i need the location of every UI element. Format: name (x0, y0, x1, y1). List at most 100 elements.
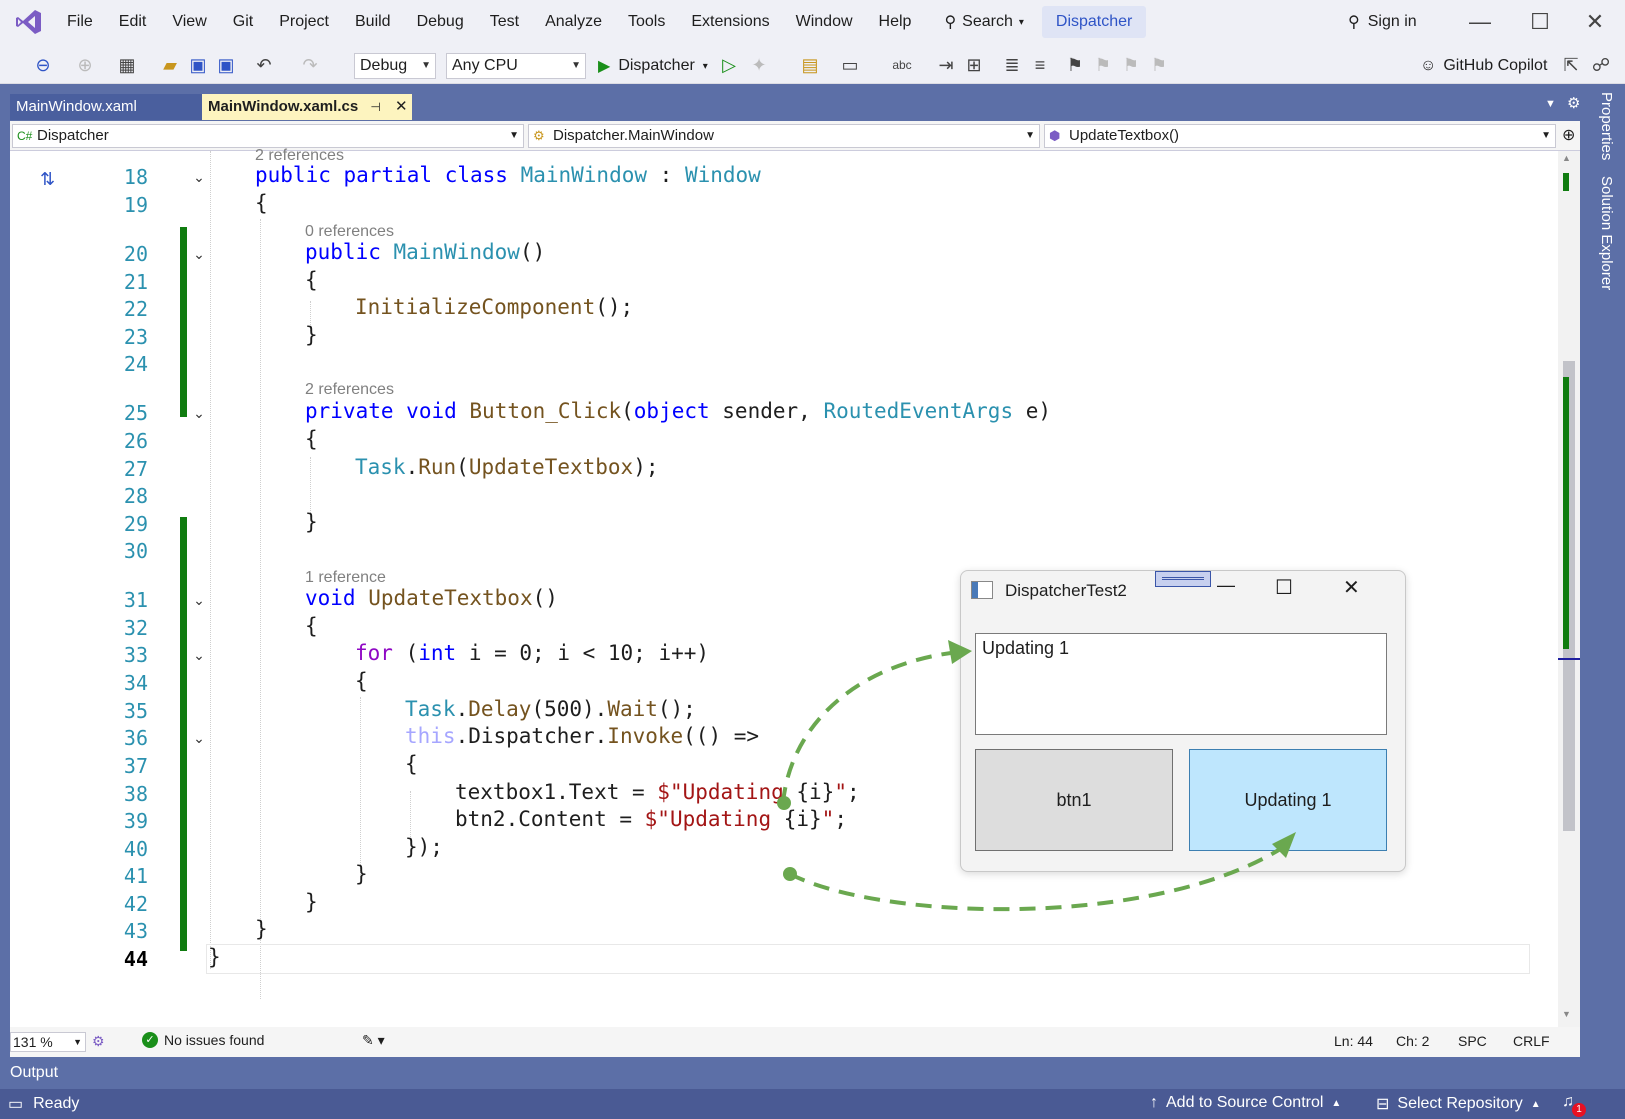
open-folder-icon[interactable]: ▰ (158, 52, 182, 78)
notifications-bell-icon[interactable]: ♫ 1 (1562, 1093, 1586, 1117)
maximize-button[interactable]: ☐ (1510, 0, 1570, 44)
app-maximize-button[interactable]: ☐ (1275, 575, 1293, 600)
new-project-icon[interactable]: ▦ (114, 52, 140, 78)
solution-explorer-tab[interactable]: Solution Explorer (1598, 176, 1615, 290)
menu-help[interactable]: Help (866, 0, 925, 44)
drag-handle[interactable] (1155, 571, 1211, 587)
type-dropdown[interactable]: ⚙ Dispatcher.MainWindow ▼ (528, 124, 1040, 148)
collapse-chevron-icon[interactable]: ⌄ (188, 647, 210, 664)
clear-bookmarks-icon[interactable]: ⚑ (1148, 52, 1170, 78)
settings-gear-icon[interactable]: ⚙ (1567, 94, 1580, 112)
whitespace-indicator[interactable]: SPC (1458, 1033, 1487, 1049)
btn1[interactable]: btn1 (975, 749, 1173, 851)
issues-label: No issues found (164, 1032, 265, 1048)
bookmark-icon[interactable]: ⚑ (1064, 52, 1086, 78)
collapse-chevron-icon[interactable]: ⌄ (188, 405, 210, 422)
columns-icon[interactable]: ⊞ (962, 52, 986, 78)
add-to-source-control-button[interactable]: ↑ Add to Source Control ▲ (1150, 1094, 1341, 1112)
forward-icon[interactable]: ⊕ (74, 52, 96, 78)
inheritance-margin-icon[interactable]: ⇅ (40, 169, 55, 190)
split-editor-icon[interactable]: ⊕ (1562, 125, 1575, 145)
btn2[interactable]: Updating 1 (1189, 749, 1387, 851)
pin-icon[interactable]: ⊣ (370, 100, 380, 114)
tab-mainwindow-xaml-cs[interactable]: MainWindow.xaml.cs ⊣ ✕ (202, 94, 412, 120)
redo-icon[interactable]: ↷ (298, 52, 322, 78)
close-button[interactable]: ✕ (1565, 0, 1625, 44)
start-without-debugging-icon[interactable]: ▷ (718, 52, 740, 78)
search-box[interactable]: ⚲ Search ▾ (932, 6, 1035, 38)
menu-file[interactable]: File (54, 0, 106, 44)
platform-select[interactable]: Any CPU ▼ (446, 53, 586, 79)
code-cleanup-icon[interactable]: ✎ ▾ (362, 1032, 385, 1049)
prev-bookmark-icon[interactable]: ⚑ (1092, 52, 1114, 78)
member-dropdown[interactable]: ⬢ UpdateTextbox() ▼ (1044, 124, 1556, 148)
code-line: btn2.Content = $"Updating {i}"; (455, 807, 847, 831)
menu-tools[interactable]: Tools (615, 0, 678, 44)
line-number: 20 (123, 242, 148, 266)
code-line: { (255, 191, 268, 215)
app-close-button[interactable]: ✕ (1343, 575, 1360, 600)
back-icon[interactable]: ⊖ (30, 52, 56, 78)
issues-indicator[interactable]: ✓ No issues found (142, 1032, 264, 1048)
select-repository-button[interactable]: ⊟ Select Repository ▲ (1376, 1094, 1541, 1114)
github-copilot-button[interactable]: ☺ GitHub Copilot (1420, 53, 1547, 79)
menu-window[interactable]: Window (783, 0, 866, 44)
indent-icon[interactable]: ≡ (1028, 52, 1052, 78)
menu-edit[interactable]: Edit (106, 0, 160, 44)
output-tab[interactable]: Output (10, 1064, 58, 1082)
scroll-up-icon[interactable]: ▲ (1562, 153, 1571, 163)
step-icon[interactable]: ⇥ (934, 52, 958, 78)
menu-test[interactable]: Test (477, 0, 532, 44)
menu-analyze[interactable]: Analyze (532, 0, 615, 44)
tab-list-dropdown-icon[interactable]: ▼ (1545, 98, 1556, 110)
outdent-icon[interactable]: ≣ (1000, 52, 1024, 78)
collapse-chevron-icon[interactable]: ⌄ (188, 246, 210, 263)
menu-project[interactable]: Project (266, 0, 342, 44)
visual-studio-logo-icon[interactable] (14, 7, 44, 37)
line-number: 25 (123, 401, 148, 425)
status-bar: ▭ Ready ↑ Add to Source Control ▲ ⊟ Sele… (0, 1089, 1625, 1119)
line-indicator[interactable]: Ln: 44 (1334, 1033, 1373, 1049)
textbox1[interactable]: Updating 1 (975, 633, 1387, 735)
line-number: 18 (123, 165, 148, 189)
undo-icon[interactable]: ↶ (252, 52, 276, 78)
configuration-select[interactable]: Debug ▼ (354, 53, 436, 79)
codelens-references[interactable]: 0 references (305, 223, 394, 241)
collapse-chevron-icon[interactable]: ⌄ (188, 730, 210, 747)
source-control-label: Add to Source Control (1166, 1094, 1324, 1111)
layout-icon[interactable]: ▭ (838, 52, 862, 78)
save-all-icon[interactable]: ▣ (214, 52, 238, 78)
codelens-references[interactable]: 1 reference (305, 569, 386, 587)
collapse-chevron-icon[interactable]: ⌄ (188, 592, 210, 609)
menu-build[interactable]: Build (342, 0, 404, 44)
intellicode-icon[interactable]: ⚙ (92, 1033, 105, 1050)
codelens-references[interactable]: 2 references (305, 381, 394, 399)
save-icon[interactable]: ▣ (186, 52, 210, 78)
close-tab-icon[interactable]: ✕ (395, 98, 408, 115)
minimize-button[interactable]: — (1450, 0, 1510, 44)
menu-view[interactable]: View (159, 0, 219, 44)
hot-reload-icon[interactable]: ✦ (748, 52, 770, 78)
app-minimize-button[interactable]: — (1217, 575, 1235, 596)
tab-mainwindow-xaml[interactable]: MainWindow.xaml (10, 94, 202, 120)
spellcheck-icon[interactable]: abc (890, 52, 914, 78)
collapse-chevron-icon[interactable]: ⌄ (188, 169, 210, 186)
menu-debug[interactable]: Debug (404, 0, 477, 44)
code-line: { (305, 268, 318, 292)
feedback-icon[interactable]: ☍ (1590, 52, 1612, 78)
editor-vertical-scrollbar[interactable]: ▲ ▼ (1558, 151, 1580, 1027)
zoom-dropdown[interactable]: 131 % ▼ (10, 1032, 86, 1052)
running-app-window[interactable]: DispatcherTest2 — ☐ ✕ Updating 1 btn1 Up… (960, 570, 1406, 872)
solution-explorer-icon[interactable]: ▤ (798, 52, 822, 78)
menu-git[interactable]: Git (220, 0, 266, 44)
start-debugging-button[interactable]: ▶ Dispatcher ▾ (598, 53, 708, 79)
project-dropdown[interactable]: C# Dispatcher ▼ (12, 124, 524, 148)
next-bookmark-icon[interactable]: ⚑ (1120, 52, 1142, 78)
sign-in-button[interactable]: ⚲ Sign in (1348, 0, 1417, 44)
share-icon[interactable]: ⇱ (1560, 52, 1582, 78)
scroll-down-icon[interactable]: ▼ (1562, 1009, 1571, 1019)
column-indicator[interactable]: Ch: 2 (1396, 1033, 1429, 1049)
properties-tab[interactable]: Properties (1598, 92, 1615, 160)
menu-extensions[interactable]: Extensions (678, 0, 782, 44)
line-ending-indicator[interactable]: CRLF (1513, 1033, 1550, 1049)
